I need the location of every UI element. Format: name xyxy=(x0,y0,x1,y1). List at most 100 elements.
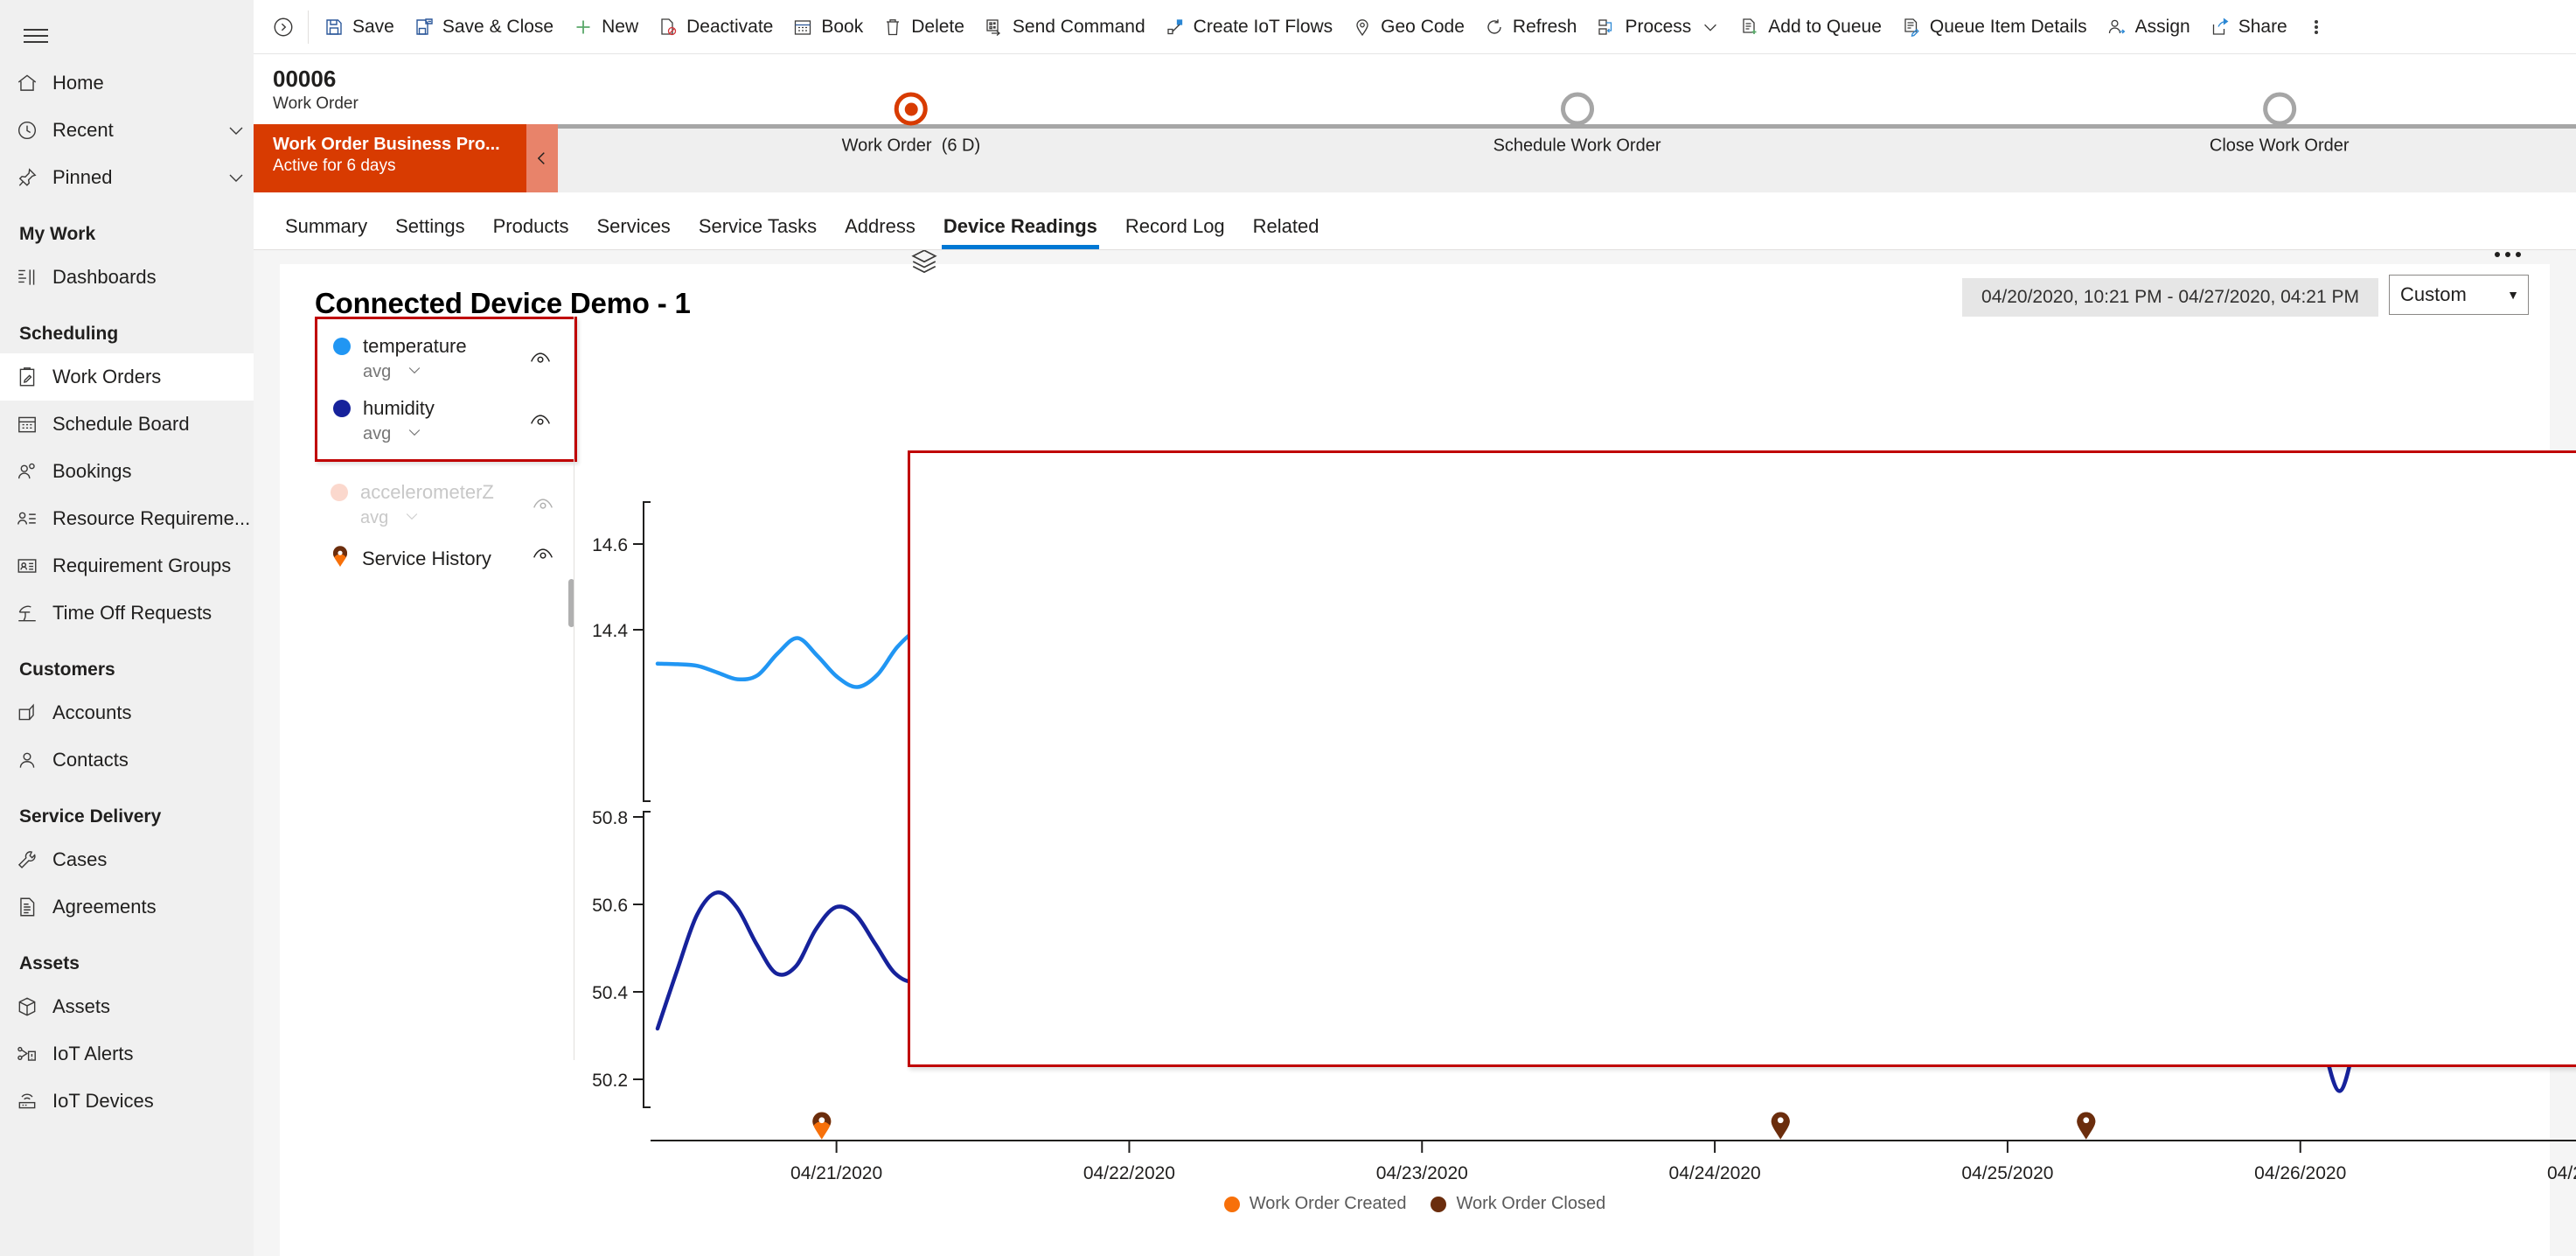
wrench-icon xyxy=(16,848,52,871)
command-label: Delete xyxy=(911,16,964,37)
new-button[interactable]: New xyxy=(563,7,648,47)
y-tick-label: 50.4 xyxy=(592,983,628,1003)
add-to-queue-button[interactable]: Add to Queue xyxy=(1730,7,1891,47)
bpf-stage-marker-active-icon xyxy=(894,92,928,126)
sidebar-item-assets[interactable]: Assets xyxy=(0,983,254,1030)
process-button[interactable]: Process xyxy=(1586,7,1730,47)
sidebar-item-requirement-groups[interactable]: Requirement Groups xyxy=(0,542,254,590)
queue-item-details-button[interactable]: Queue Item Details xyxy=(1891,7,2097,47)
bpf-stage-track: Work Order (6 D) Schedule Work Order Clo… xyxy=(558,92,2576,192)
event-marker-pin-icon[interactable] xyxy=(2077,1112,2096,1140)
flow-icon xyxy=(1165,17,1186,38)
event-color-swatch xyxy=(1431,1196,1447,1212)
event-legend-item-created[interactable]: Work Order Created xyxy=(1223,1194,1406,1214)
sidebar-item-dashboards[interactable]: Dashboards xyxy=(0,254,254,301)
chart-highlight-frame xyxy=(908,450,2576,1067)
sidebar-item-pinned[interactable]: Pinned xyxy=(0,154,254,201)
chevron-down-icon[interactable] xyxy=(219,167,254,188)
share-button[interactable]: Share xyxy=(2200,7,2297,47)
sidebar-item-cases[interactable]: Cases xyxy=(0,836,254,883)
tab-summary[interactable]: Summary xyxy=(271,215,381,249)
calendar-icon xyxy=(16,413,52,436)
bpf-stage-close-work-order[interactable]: Close Work Order xyxy=(2210,92,2350,157)
tab-record-log[interactable]: Record Log xyxy=(1111,215,1239,249)
command-label: Save & Close xyxy=(442,16,554,37)
sidebar-item-work-orders[interactable]: Work Orders xyxy=(0,353,254,401)
sidebar-group-title: Assets xyxy=(19,953,80,973)
sidebar-item-agreements[interactable]: Agreements xyxy=(0,883,254,931)
event-marker-pin-icon[interactable] xyxy=(812,1112,832,1140)
x-tick-label: 04/24/2020 xyxy=(1669,1163,1761,1183)
x-axis-ticks: 04/21/2020 04/22/2020 04/23/2020 04/24/2020… xyxy=(790,1141,2576,1183)
site-map-icon[interactable] xyxy=(12,12,59,59)
delete-button[interactable]: Delete xyxy=(873,7,974,47)
tab-products[interactable]: Products xyxy=(479,215,583,249)
sidebar-item-label: Pinned xyxy=(52,166,113,188)
save-button[interactable]: Save xyxy=(314,7,404,47)
save-icon xyxy=(324,17,345,38)
sidebar-group-title: Service Delivery xyxy=(19,806,162,827)
add-to-queue-icon xyxy=(1739,17,1760,38)
sidebar-item-iot-alerts[interactable]: IoT Alerts xyxy=(0,1030,254,1078)
event-legend-label: Work Order Closed xyxy=(1456,1194,1606,1213)
sidebar-item-label: Schedule Board xyxy=(52,413,190,435)
bpf-process-name[interactable]: Work Order Business Pro... Active for 6 … xyxy=(254,124,526,192)
command-label: Refresh xyxy=(1512,16,1577,37)
event-marker-pin-icon[interactable] xyxy=(1771,1112,1790,1140)
sidebar-item-label: Assets xyxy=(52,995,111,1017)
tab-service-tasks[interactable]: Service Tasks xyxy=(685,215,831,249)
sidebar-item-schedule-board[interactable]: Schedule Board xyxy=(0,401,254,448)
sidebar-item-accounts[interactable]: Accounts xyxy=(0,689,254,736)
event-legend-item-closed[interactable]: Work Order Closed xyxy=(1431,1194,1605,1214)
sidebar-item-time-off-requests[interactable]: Time Off Requests xyxy=(0,590,254,637)
chevron-down-icon[interactable] xyxy=(1701,17,1720,37)
sidebar-item-bookings[interactable]: Bookings xyxy=(0,448,254,495)
sidebar-item-label: Work Orders xyxy=(52,366,162,387)
x-tick-label: 04/26/2020 xyxy=(2254,1163,2346,1183)
assign-button[interactable]: Assign xyxy=(2097,7,2200,47)
dashboard-icon xyxy=(16,266,52,289)
command-label: Assign xyxy=(2134,16,2190,37)
sidebar-item-contacts[interactable]: Contacts xyxy=(0,736,254,784)
tab-services[interactable]: Services xyxy=(582,215,684,249)
sidebar-item-recent[interactable]: Recent xyxy=(0,107,254,154)
more-options-icon[interactable] xyxy=(2492,252,2524,257)
tab-device-readings[interactable]: Device Readings xyxy=(929,215,1111,249)
sidebar-item-iot-devices[interactable]: IoT Devices xyxy=(0,1078,254,1125)
bpf-stage-label: Schedule Work Order xyxy=(1493,136,1661,156)
device-readings-card: Connected Device Demo - 1 04/20/2020, 10… xyxy=(280,250,2576,1256)
sidebar-item-home[interactable]: Home xyxy=(0,59,254,107)
bpf-collapse-button[interactable] xyxy=(526,124,558,192)
book-button[interactable]: Book xyxy=(783,7,873,47)
bpf-stage-marker-icon xyxy=(1560,92,1594,126)
y-tick-label: 50.8 xyxy=(592,808,628,828)
bpf-stage-work-order[interactable]: Work Order (6 D) xyxy=(842,92,980,157)
refresh-button[interactable]: Refresh xyxy=(1474,7,1587,47)
sidebar-group-title: My Work xyxy=(19,224,96,244)
chevron-right-circle-icon[interactable] xyxy=(261,0,306,53)
more-commands-icon[interactable] xyxy=(2297,7,2336,47)
sidebar-item-label: Recent xyxy=(52,119,114,141)
command-label: New xyxy=(602,16,639,37)
x-tick-label: 04/25/2020 xyxy=(1961,1163,2053,1183)
geo-code-button[interactable]: Geo Code xyxy=(1342,7,1474,47)
humidity-axis xyxy=(633,811,651,1108)
send-command-button[interactable]: Send Command xyxy=(974,7,1155,47)
create-iot-flows-button[interactable]: Create IoT Flows xyxy=(1155,7,1343,47)
sidebar-item-label: Home xyxy=(52,72,104,94)
sidebar-item-label: Cases xyxy=(52,848,108,870)
save-and-close-button[interactable]: Save & Close xyxy=(404,7,563,47)
tab-settings[interactable]: Settings xyxy=(381,215,479,249)
tab-related[interactable]: Related xyxy=(1239,215,1333,249)
sidebar-item-label: Bookings xyxy=(52,460,132,482)
deactivate-button[interactable]: Deactivate xyxy=(648,7,783,47)
x-tick-label: 04/22/2020 xyxy=(1083,1163,1175,1183)
command-label: Save xyxy=(352,16,394,37)
bpf-stage-schedule-work-order[interactable]: Schedule Work Order xyxy=(1493,92,1661,157)
deactivate-icon xyxy=(658,17,679,38)
sidebar-item-label: Resource Requireme... xyxy=(52,507,251,529)
bpf-stage-marker-icon xyxy=(2262,92,2296,126)
chevron-down-icon[interactable] xyxy=(219,120,254,141)
sidebar-item-resource-requirements[interactable]: Resource Requireme... xyxy=(0,495,254,542)
tab-address[interactable]: Address xyxy=(831,215,929,249)
